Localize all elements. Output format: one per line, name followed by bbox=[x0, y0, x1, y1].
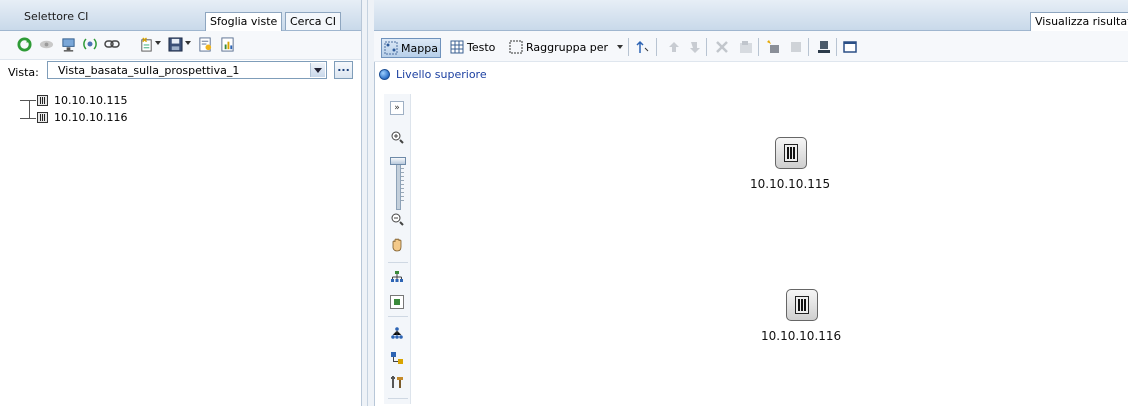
zoom-out-icon[interactable] bbox=[390, 212, 404, 226]
group-by-button[interactable]: Raggruppa per bbox=[509, 38, 608, 56]
tab-sfoglia-viste[interactable]: Sfoglia viste bbox=[205, 12, 283, 31]
move-down-icon[interactable] bbox=[686, 39, 702, 55]
group-icon bbox=[509, 40, 523, 54]
new-item-dropdown-icon[interactable] bbox=[155, 41, 161, 45]
map-view-button[interactable]: Mappa bbox=[381, 38, 441, 58]
zoom-slider-ticks bbox=[401, 164, 404, 204]
layout-settings-icon[interactable] bbox=[390, 351, 404, 365]
toolbar-separator bbox=[836, 38, 837, 56]
map-tools-separator bbox=[388, 262, 408, 263]
zoom-slider-thumb[interactable] bbox=[390, 157, 406, 165]
text-view-label: Testo bbox=[467, 40, 496, 54]
map-tools-separator bbox=[388, 398, 408, 399]
breadcrumb-top-level-link[interactable]: Livello superiore bbox=[396, 68, 487, 81]
ci-selector-title: Selettore CI bbox=[24, 10, 89, 23]
properties-icon[interactable] bbox=[197, 36, 213, 52]
move-up-icon[interactable] bbox=[666, 39, 682, 55]
browse-views-button[interactable]: ... bbox=[334, 61, 353, 79]
server-icon bbox=[795, 296, 809, 314]
fit-view-icon[interactable] bbox=[390, 295, 404, 309]
new-item-icon[interactable] bbox=[138, 36, 154, 52]
zoom-in-icon[interactable] bbox=[390, 130, 404, 144]
toolbar-separator bbox=[656, 38, 657, 56]
group-by-label: Raggruppa per bbox=[526, 40, 609, 54]
report-icon[interactable] bbox=[219, 36, 235, 52]
toolbar-separator bbox=[706, 38, 707, 56]
sort-icon[interactable] bbox=[634, 39, 650, 55]
tab-visualizza-risultati[interactable]: Visualizza risultat bbox=[1030, 12, 1128, 31]
save-icon[interactable] bbox=[167, 36, 183, 52]
server-icon bbox=[784, 144, 798, 162]
properties-disabled-icon[interactable] bbox=[738, 39, 754, 55]
tree-item-label[interactable]: 10.10.10.116 bbox=[54, 111, 127, 124]
hierarchy-layout-icon[interactable] bbox=[390, 270, 404, 284]
chevron-down-icon[interactable] bbox=[310, 63, 325, 77]
vista-value: Vista_basata_sulla_prospettiva_1 bbox=[58, 64, 240, 77]
ci-node-icon[interactable] bbox=[786, 289, 818, 321]
tools-icon[interactable] bbox=[390, 375, 404, 389]
globe-icon bbox=[379, 69, 390, 80]
panel-splitter[interactable] bbox=[361, 0, 375, 406]
link-icon[interactable] bbox=[104, 36, 120, 52]
computer-icon[interactable] bbox=[816, 39, 832, 55]
add-ci-icon[interactable] bbox=[766, 39, 782, 55]
tree-item-label[interactable]: 10.10.10.115 bbox=[54, 94, 127, 107]
ci-disabled-icon[interactable] bbox=[788, 39, 804, 55]
delete-icon[interactable] bbox=[714, 39, 730, 55]
grid-icon bbox=[450, 40, 464, 54]
window-icon[interactable] bbox=[842, 39, 858, 55]
ci-node-icon bbox=[37, 112, 48, 123]
map-node-label[interactable]: 10.10.10.115 bbox=[750, 177, 830, 191]
tree-connector bbox=[20, 118, 36, 119]
ci-node-icon bbox=[37, 95, 48, 106]
map-icon bbox=[384, 41, 398, 55]
vista-select[interactable]: Vista_basata_sulla_prospettiva_1 bbox=[47, 61, 327, 79]
ci-node-icon[interactable] bbox=[775, 137, 807, 169]
vista-label: Vista: bbox=[8, 66, 39, 79]
results-header bbox=[374, 0, 1128, 31]
monitor-icon[interactable] bbox=[60, 36, 76, 52]
text-view-button[interactable]: Testo bbox=[450, 38, 495, 56]
tree-connector bbox=[29, 100, 30, 118]
tree-connector bbox=[20, 100, 36, 101]
toolbar-separator bbox=[758, 38, 759, 56]
signal-icon[interactable] bbox=[82, 36, 98, 52]
refresh-icon[interactable] bbox=[16, 36, 32, 52]
pan-hand-icon[interactable] bbox=[390, 238, 404, 252]
tab-cerca-ci[interactable]: Cerca CI bbox=[285, 12, 341, 30]
map-tools-separator bbox=[388, 316, 408, 317]
expand-icon[interactable]: » bbox=[390, 101, 404, 115]
breadcrumb: Livello superiore bbox=[379, 68, 487, 81]
save-dropdown-icon[interactable] bbox=[185, 41, 191, 45]
ci-selector-panel: Selettore CI Sfoglia viste Cerca CI Vist… bbox=[0, 0, 361, 406]
toolbar-separator bbox=[808, 38, 809, 56]
history-icon[interactable] bbox=[38, 36, 54, 52]
map-view-label: Mappa bbox=[401, 41, 438, 55]
toolbar-separator bbox=[628, 38, 629, 56]
tree-layout-icon[interactable] bbox=[390, 326, 404, 340]
group-by-dropdown-icon[interactable] bbox=[617, 45, 623, 49]
map-node-label[interactable]: 10.10.10.116 bbox=[761, 329, 841, 343]
